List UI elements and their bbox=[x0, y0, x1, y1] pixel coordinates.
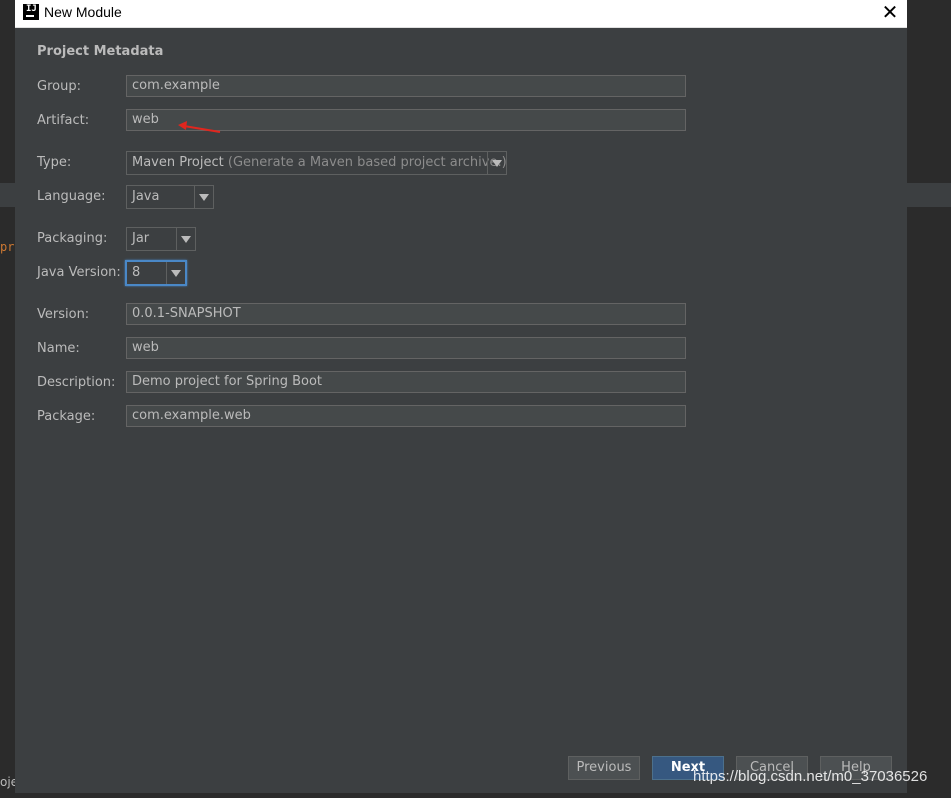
name-field[interactable]: web bbox=[126, 337, 686, 359]
package-field[interactable]: com.example.web bbox=[126, 405, 686, 427]
package-label: Package: bbox=[37, 409, 96, 424]
language-select[interactable]: Java bbox=[126, 185, 214, 209]
chevron-down-icon bbox=[199, 194, 209, 201]
description-label: Description: bbox=[37, 375, 116, 390]
type-value: Maven Project bbox=[132, 155, 224, 170]
intellij-app-icon: IJ bbox=[23, 4, 39, 20]
previous-button[interactable]: Previous bbox=[568, 756, 640, 780]
ide-background-right bbox=[907, 27, 951, 798]
dialog-titlebar: IJ New Module ✕ bbox=[15, 0, 907, 28]
java-version-value: 8 bbox=[132, 265, 141, 280]
description-field[interactable]: Demo project for Spring Boot bbox=[126, 371, 686, 393]
annotation-arrow-icon bbox=[178, 121, 221, 133]
version-label: Version: bbox=[37, 307, 90, 322]
java-version-select[interactable]: 8 bbox=[125, 260, 187, 286]
window-title: New Module bbox=[44, 4, 122, 20]
java-version-label: Java Version: bbox=[37, 265, 121, 280]
chevron-down-icon bbox=[492, 160, 502, 167]
close-button[interactable]: ✕ bbox=[879, 1, 901, 23]
ide-tab-strip-left bbox=[0, 183, 16, 207]
section-title: Project Metadata bbox=[37, 44, 164, 59]
language-label: Language: bbox=[37, 189, 106, 204]
packaging-value: Jar bbox=[132, 231, 150, 246]
chevron-down-icon bbox=[171, 270, 181, 277]
group-label: Group: bbox=[37, 79, 81, 94]
packaging-select[interactable]: Jar bbox=[126, 227, 196, 251]
name-label: Name: bbox=[37, 341, 80, 356]
type-label: Type: bbox=[37, 155, 72, 170]
artifact-label: Artifact: bbox=[37, 113, 90, 128]
ide-background-left bbox=[0, 0, 16, 798]
language-value: Java bbox=[132, 189, 160, 204]
group-field[interactable]: com.example bbox=[126, 75, 686, 97]
packaging-label: Packaging: bbox=[37, 231, 108, 246]
ide-tab-strip-right bbox=[907, 183, 951, 207]
watermark: https://blog.csdn.net/m0_37036526 bbox=[693, 768, 928, 785]
type-hint: (Generate a Maven based project archive.… bbox=[227, 155, 507, 170]
chevron-down-icon bbox=[181, 236, 191, 243]
ide-code-fragment: pr bbox=[0, 240, 15, 254]
type-select[interactable]: Maven Project (Generate a Maven based pr… bbox=[126, 151, 507, 175]
version-field[interactable]: 0.0.1-SNAPSHOT bbox=[126, 303, 686, 325]
